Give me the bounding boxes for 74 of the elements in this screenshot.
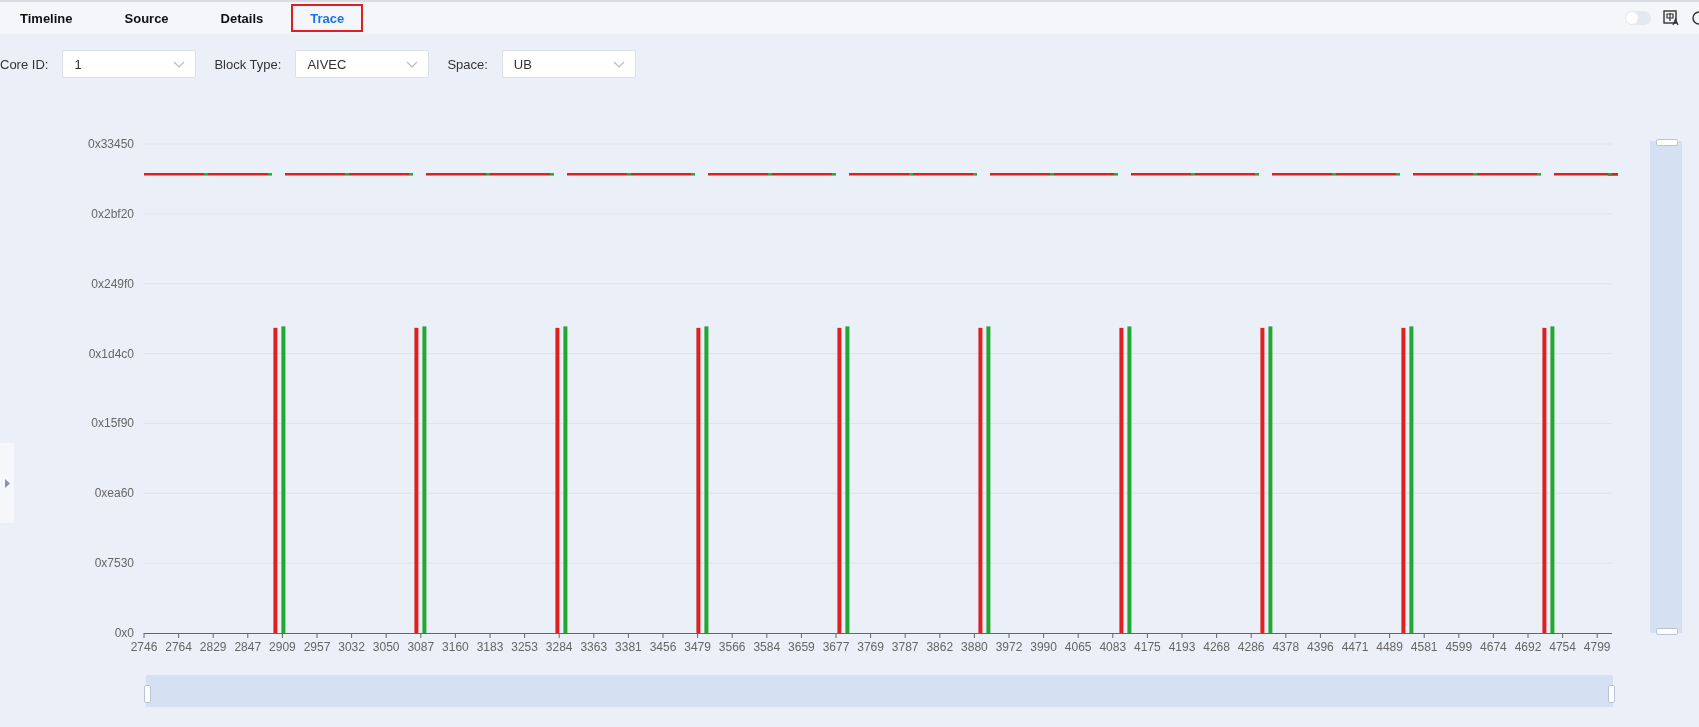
y-axis-label: 0xea60 [94,486,134,501]
x-axis-label: 3972 [995,640,1023,654]
x-axis-label: 3566 [718,640,746,654]
slider-handle[interactable] [144,685,151,703]
y-axis-label: 0x7530 [94,556,134,571]
dropdown[interactable]: 1 [62,50,197,78]
y-axis-label: 0x1d4c0 [88,346,134,361]
x-axis-label: 3677 [822,640,850,654]
translate-icon[interactable] [1663,10,1679,26]
filter-label: Core ID: [0,56,49,72]
chevron-down-icon [612,60,625,68]
y-axis-label: 0x15f90 [91,416,134,431]
x-axis-label: 2829 [199,640,227,654]
x-axis-label: 4692 [1514,640,1542,654]
slider-handle[interactable] [1656,139,1678,146]
dropdown[interactable]: AIVEC [295,50,430,78]
dropdown[interactable]: UB [501,50,636,78]
y-axis-label: 0x33450 [87,137,134,151]
x-axis-label: 4268 [1203,640,1230,654]
tab[interactable]: Trace [291,4,364,32]
x-axis-label: 3769 [857,640,884,654]
x-axis-label: 3659 [788,640,815,654]
x-axis-label: 2746 [130,640,158,654]
x-axis-label: 4799 [1583,640,1611,654]
tab[interactable]: Details [204,4,266,32]
x-axis-label: 3183 [476,640,504,654]
slider-handle[interactable] [1656,628,1678,635]
x-axis-label: 4286 [1237,640,1265,654]
x-axis-label: 4378 [1272,640,1300,654]
x-axis-label: 3381 [615,640,642,654]
x-axis-label: 4489 [1376,640,1403,654]
x-axis-label: 4175 [1134,640,1161,654]
tab[interactable]: Timeline [4,4,75,32]
y-axis-label: 0x2bf20 [91,206,134,221]
x-axis-label: 3363 [580,640,608,654]
x-axis-label: 4674 [1480,640,1507,654]
chevron-down-icon [173,60,186,68]
x-axis-label: 4754 [1549,640,1576,654]
x-axis-label: 3456 [649,640,677,654]
x-axis-label: 3253 [511,640,538,654]
toggle-switch[interactable] [1625,11,1651,25]
x-axis-label: 2957 [303,640,331,654]
caret-right-icon [4,478,10,488]
y-axis-label: 0x0 [114,626,134,640]
x-axis-label: 4581 [1410,640,1438,654]
x-axis-label: 3087 [407,640,435,654]
x-axis-label: 4065 [1064,640,1092,654]
tab[interactable]: Source [108,4,171,32]
x-axis-label: 3880 [961,640,988,654]
y-axis-label: 0x249f0 [91,276,134,291]
slider-handle[interactable] [1608,685,1615,703]
x-axis-label: 3862 [926,640,954,654]
x-axis-label: 4396 [1307,640,1334,654]
x-axis-label: 2847 [234,640,262,654]
x-axis-label: 4083 [1099,640,1127,654]
side-panel-toggle[interactable] [0,443,14,523]
x-axis-label: 3479 [684,640,711,654]
x-axis-label: 2764 [165,640,192,654]
horizontal-zoom-slider[interactable] [146,675,1613,707]
x-axis-label: 3160 [442,640,469,654]
vertical-zoom-slider[interactable] [1650,141,1682,633]
x-axis-label: 2909 [269,640,296,654]
x-axis-label: 3050 [372,640,400,654]
x-axis-label: 4193 [1168,640,1196,654]
filter-label: Block Type: [214,56,282,72]
x-axis-label: 3032 [338,640,365,654]
x-axis-label: 4599 [1445,640,1473,654]
x-axis-label: 3787 [891,640,919,654]
x-axis-label: 3990 [1030,640,1057,654]
filter-label: Space: [447,56,488,72]
chevron-down-icon [406,60,419,68]
x-axis-label: 4471 [1341,640,1369,654]
x-axis-label: 3284 [545,640,573,654]
x-axis-label: 3584 [753,640,781,654]
